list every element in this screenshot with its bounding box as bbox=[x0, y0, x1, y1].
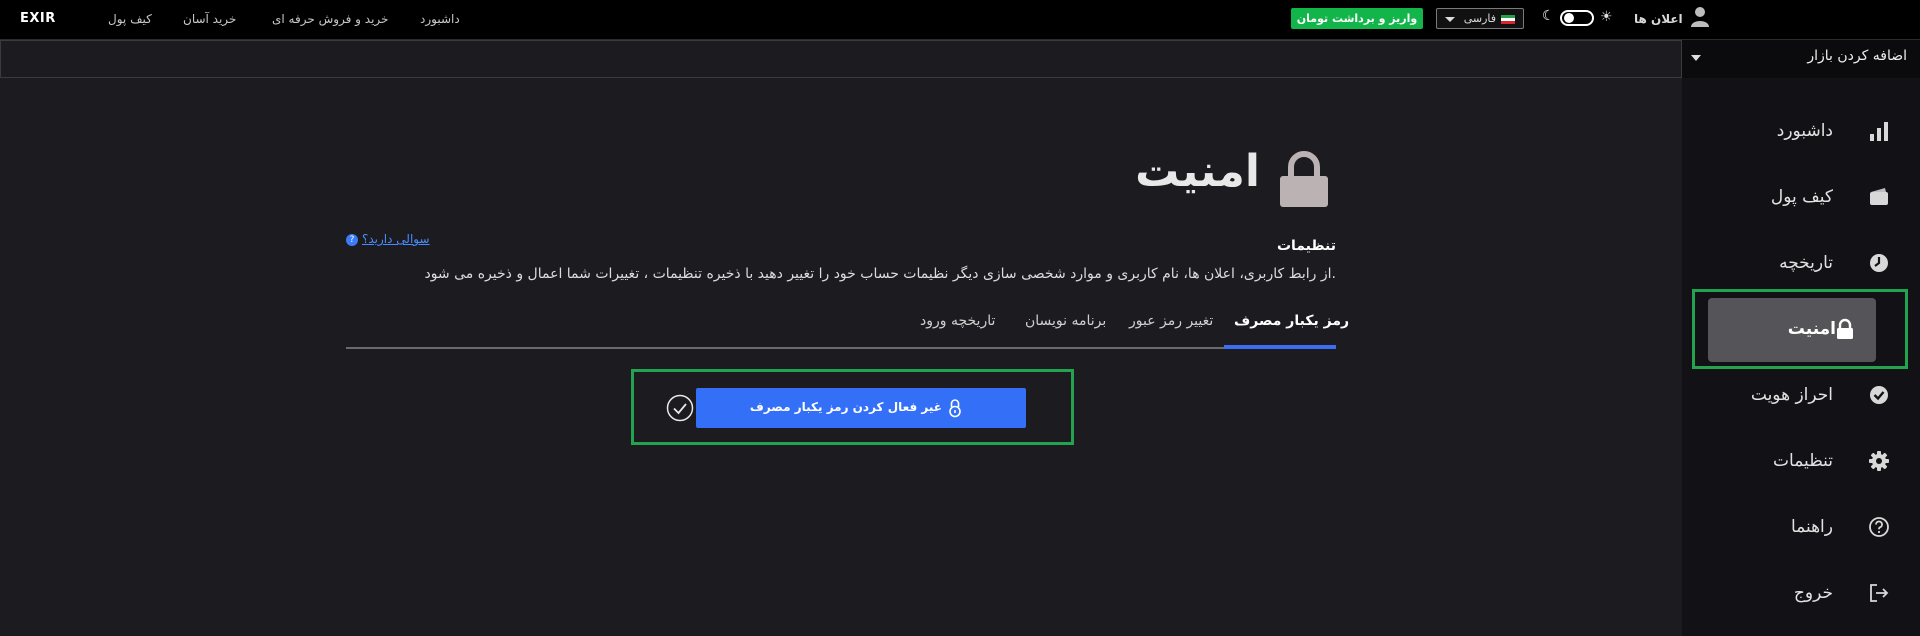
deposit-withdraw-button[interactable]: واریز و برداشت تومان bbox=[1291, 8, 1423, 29]
theme-toggle[interactable]: ☾ ☀ bbox=[1542, 8, 1613, 28]
settings-heading: تنظیمات bbox=[1276, 238, 1336, 254]
verified-check-icon bbox=[1870, 386, 1888, 404]
tab-change-password[interactable]: تغییر رمز عبور bbox=[1129, 313, 1213, 329]
active-tab-indicator bbox=[1224, 345, 1336, 349]
sidebar-item-security[interactable]: امنیت bbox=[1708, 298, 1876, 362]
tab-otp[interactable]: رمز یکبار مصرف bbox=[1234, 313, 1349, 329]
sidebar-item-settings[interactable]: تنظیمات bbox=[1694, 430, 1906, 494]
bar-chart-icon bbox=[1870, 122, 1888, 141]
logout-icon bbox=[1870, 584, 1889, 602]
chevron-down-icon bbox=[1691, 55, 1701, 61]
nav-easy-buy[interactable]: خرید آسان bbox=[183, 12, 236, 26]
tab-developers[interactable]: برنامه نویسان bbox=[1025, 313, 1106, 329]
sidebar-item-label: کیف پول bbox=[1770, 187, 1833, 207]
chevron-down-icon bbox=[1445, 17, 1455, 22]
notifications-link[interactable]: اعلان ها bbox=[1634, 12, 1683, 26]
lock-open-icon bbox=[949, 399, 961, 418]
clock-icon bbox=[1870, 254, 1888, 272]
check-circle-icon bbox=[666, 394, 694, 422]
sidebar-item-label: احراز هویت bbox=[1750, 385, 1833, 405]
toggle-track bbox=[1560, 10, 1594, 26]
settings-description: از رابط کاربری، اعلان ها، نام کاربری و م… bbox=[424, 266, 1336, 282]
help-link[interactable]: سوالی دارید؟ bbox=[362, 232, 430, 246]
moon-icon: ☾ bbox=[1542, 8, 1555, 24]
disable-otp-button[interactable]: غیر فعال کردن رمز یکبار مصرف bbox=[696, 388, 1026, 428]
user-icon[interactable] bbox=[1690, 6, 1710, 28]
add-market-label: اضافه کردن بازار bbox=[1807, 48, 1907, 64]
top-bar: EXIR کیف پول خرید آسان خرید و فروش حرفه … bbox=[0, 0, 1920, 40]
sidebar-item-history[interactable]: تاریخچه bbox=[1694, 232, 1906, 296]
lock-icon bbox=[1837, 318, 1853, 339]
tab-login-history[interactable]: تاریخچه ورود bbox=[920, 313, 995, 329]
nav-dashboard[interactable]: داشبورد bbox=[420, 12, 460, 26]
sidebar-item-label: راهنما bbox=[1790, 517, 1833, 537]
lock-icon bbox=[1280, 151, 1328, 207]
sun-icon: ☀ bbox=[1600, 9, 1613, 25]
wallet-icon bbox=[1870, 188, 1888, 205]
sidebar-item-dashboard[interactable]: داشبورد bbox=[1694, 100, 1906, 164]
sidebar-item-label: تنظیمات bbox=[1773, 451, 1833, 471]
gear-icon bbox=[1869, 451, 1889, 471]
sidebar-item-verification[interactable]: احراز هویت bbox=[1694, 364, 1906, 428]
sidebar-item-help[interactable]: راهنما bbox=[1694, 496, 1906, 560]
sidebar: اضافه کردن بازار داشبورد کیف پول تاریخچه… bbox=[1682, 40, 1920, 636]
help-circle-icon bbox=[1869, 517, 1889, 537]
market-tabs-bar bbox=[0, 40, 1682, 78]
disable-otp-label: غیر فعال کردن رمز یکبار مصرف bbox=[749, 400, 942, 414]
sidebar-item-logout[interactable]: خروج bbox=[1694, 562, 1906, 626]
language-value: فارسی bbox=[1463, 12, 1496, 25]
exir-logo[interactable]: EXIR bbox=[20, 11, 56, 26]
iran-flag-icon bbox=[1501, 15, 1515, 24]
language-select[interactable]: فارسی bbox=[1436, 8, 1524, 29]
sidebar-item-label: داشبورد bbox=[1776, 121, 1833, 141]
toggle-knob bbox=[1564, 13, 1574, 23]
sidebar-item-label: امنیت bbox=[1787, 319, 1836, 339]
help-icon[interactable]: ? bbox=[346, 234, 358, 246]
sidebar-item-label: تاریخچه bbox=[1779, 253, 1833, 273]
tabs-divider bbox=[346, 347, 1336, 349]
sidebar-item-label: خروج bbox=[1793, 583, 1833, 603]
sidebar-item-wallet[interactable]: کیف پول bbox=[1694, 166, 1906, 230]
nav-pro-trade[interactable]: خرید و فروش حرفه ای bbox=[272, 12, 388, 26]
page-title: امنیت bbox=[1135, 146, 1260, 197]
nav-wallet[interactable]: کیف پول bbox=[108, 12, 152, 26]
add-market-dropdown[interactable]: اضافه کردن بازار bbox=[1682, 40, 1920, 78]
